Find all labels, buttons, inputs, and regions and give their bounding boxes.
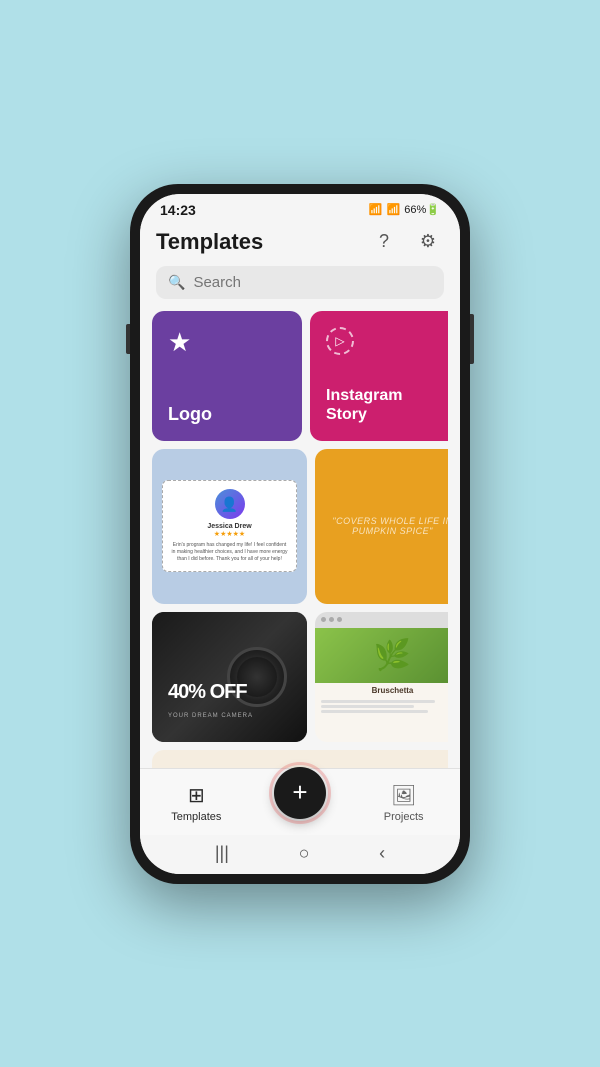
testimonial-name: Jessica Drew bbox=[171, 523, 288, 530]
template-card-menu[interactable]: 🌿 Bruschetta bbox=[315, 612, 448, 742]
logo-label: Logo bbox=[168, 404, 286, 425]
power-button bbox=[470, 314, 474, 364]
android-recent-button[interactable]: ||| bbox=[215, 843, 229, 864]
phone-screen: 14:23 📶 📶 66%🔋 Templates ? ⚙ 🔍 bbox=[140, 194, 460, 874]
wifi-icon: 📶 bbox=[369, 203, 383, 216]
star-icon: ★ bbox=[168, 327, 286, 358]
template-row-4: ELEGANT bbox=[152, 750, 448, 768]
templates-icon: ⊞ bbox=[188, 783, 205, 808]
templates-content: ★ Logo ▷ Instagram Story f Po... bbox=[140, 311, 460, 768]
signal-icon: 📶 bbox=[387, 203, 401, 216]
status-bar: 14:23 📶 📶 66%🔋 bbox=[140, 194, 460, 222]
menu-line-1 bbox=[321, 700, 435, 703]
status-icons: 📶 📶 66%🔋 bbox=[369, 203, 440, 216]
menu-header-bar bbox=[315, 612, 448, 628]
camera-background: 40% OFF YOUR DREAM CAMERA bbox=[152, 612, 307, 742]
template-card-elegant[interactable]: ELEGANT bbox=[152, 750, 448, 768]
template-card-testimonial[interactable]: 👤 Jessica Drew ★★★★★ Erin's program has … bbox=[152, 449, 307, 604]
bottom-navigation: ⊞ Templates + 🖼 Projects bbox=[140, 768, 460, 835]
header-action-icons: ? ⚙ bbox=[368, 226, 444, 258]
android-back-button[interactable]: ‹ bbox=[379, 843, 385, 864]
help-button[interactable]: ? bbox=[368, 226, 400, 258]
page-title: Templates bbox=[156, 229, 263, 255]
phone-frame: 14:23 📶 📶 66%🔋 Templates ? ⚙ 🔍 bbox=[130, 184, 470, 884]
fab-plus-icon: + bbox=[292, 777, 307, 808]
menu-dot-1 bbox=[321, 617, 326, 622]
testimonial-avatar: 👤 bbox=[215, 489, 245, 519]
template-row-3: 40% OFF YOUR DREAM CAMERA bbox=[152, 612, 448, 742]
discount-badge: 40% OFF YOUR DREAM CAMERA bbox=[168, 681, 253, 722]
menu-dot-2 bbox=[329, 617, 334, 622]
testimonial-inner: 👤 Jessica Drew ★★★★★ Erin's program has … bbox=[162, 480, 297, 572]
menu-image-area: 🌿 bbox=[315, 628, 448, 683]
status-time: 14:23 bbox=[160, 202, 196, 218]
android-home-button[interactable]: ○ bbox=[299, 843, 310, 864]
testimonial-stars: ★★★★★ bbox=[171, 530, 288, 538]
menu-title: Bruschetta bbox=[315, 683, 448, 698]
discount-sub: YOUR DREAM CAMERA bbox=[168, 713, 253, 719]
template-card-quote[interactable]: "COVERS WHOLE LIFE IN PUMPKIN SPICE" bbox=[315, 449, 448, 604]
projects-icon: 🖼 bbox=[391, 783, 416, 808]
quote-text: "COVERS WHOLE LIFE IN PUMPKIN SPICE" bbox=[327, 516, 448, 536]
template-row-1: ★ Logo ▷ Instagram Story f Po... bbox=[152, 311, 448, 441]
menu-plant-icon: 🌿 bbox=[374, 638, 411, 673]
menu-card-inner: 🌿 Bruschetta bbox=[315, 612, 448, 742]
android-navigation: ||| ○ ‹ bbox=[140, 835, 460, 874]
battery-icon: 66%🔋 bbox=[404, 203, 440, 216]
template-card-logo[interactable]: ★ Logo bbox=[152, 311, 302, 441]
play-icon: ▷ bbox=[326, 327, 354, 355]
menu-line-2 bbox=[321, 705, 414, 708]
search-input[interactable] bbox=[193, 274, 432, 291]
template-row-2: 👤 Jessica Drew ★★★★★ Erin's program has … bbox=[152, 449, 448, 604]
menu-dot-3 bbox=[337, 617, 342, 622]
instagram-label: Instagram Story bbox=[326, 386, 444, 424]
menu-line-3 bbox=[321, 710, 428, 713]
projects-nav-label: Projects bbox=[384, 811, 424, 823]
template-card-camera[interactable]: 40% OFF YOUR DREAM CAMERA bbox=[152, 612, 307, 742]
fab-create-button[interactable]: + bbox=[274, 767, 326, 819]
discount-percent: 40% OFF bbox=[168, 681, 253, 704]
menu-lines bbox=[315, 698, 448, 717]
templates-nav-label: Templates bbox=[171, 811, 221, 823]
nav-item-templates[interactable]: ⊞ Templates bbox=[161, 783, 231, 823]
settings-button[interactable]: ⚙ bbox=[412, 226, 444, 258]
search-bar[interactable]: 🔍 bbox=[156, 266, 444, 299]
template-card-instagram[interactable]: ▷ Instagram Story bbox=[310, 311, 448, 441]
app-header: Templates ? ⚙ bbox=[140, 222, 460, 266]
volume-button bbox=[126, 324, 130, 354]
nav-item-projects[interactable]: 🖼 Projects bbox=[369, 783, 439, 823]
search-icon: 🔍 bbox=[168, 274, 185, 291]
testimonial-text: Erin's program has changed my life! I fe… bbox=[171, 542, 288, 563]
